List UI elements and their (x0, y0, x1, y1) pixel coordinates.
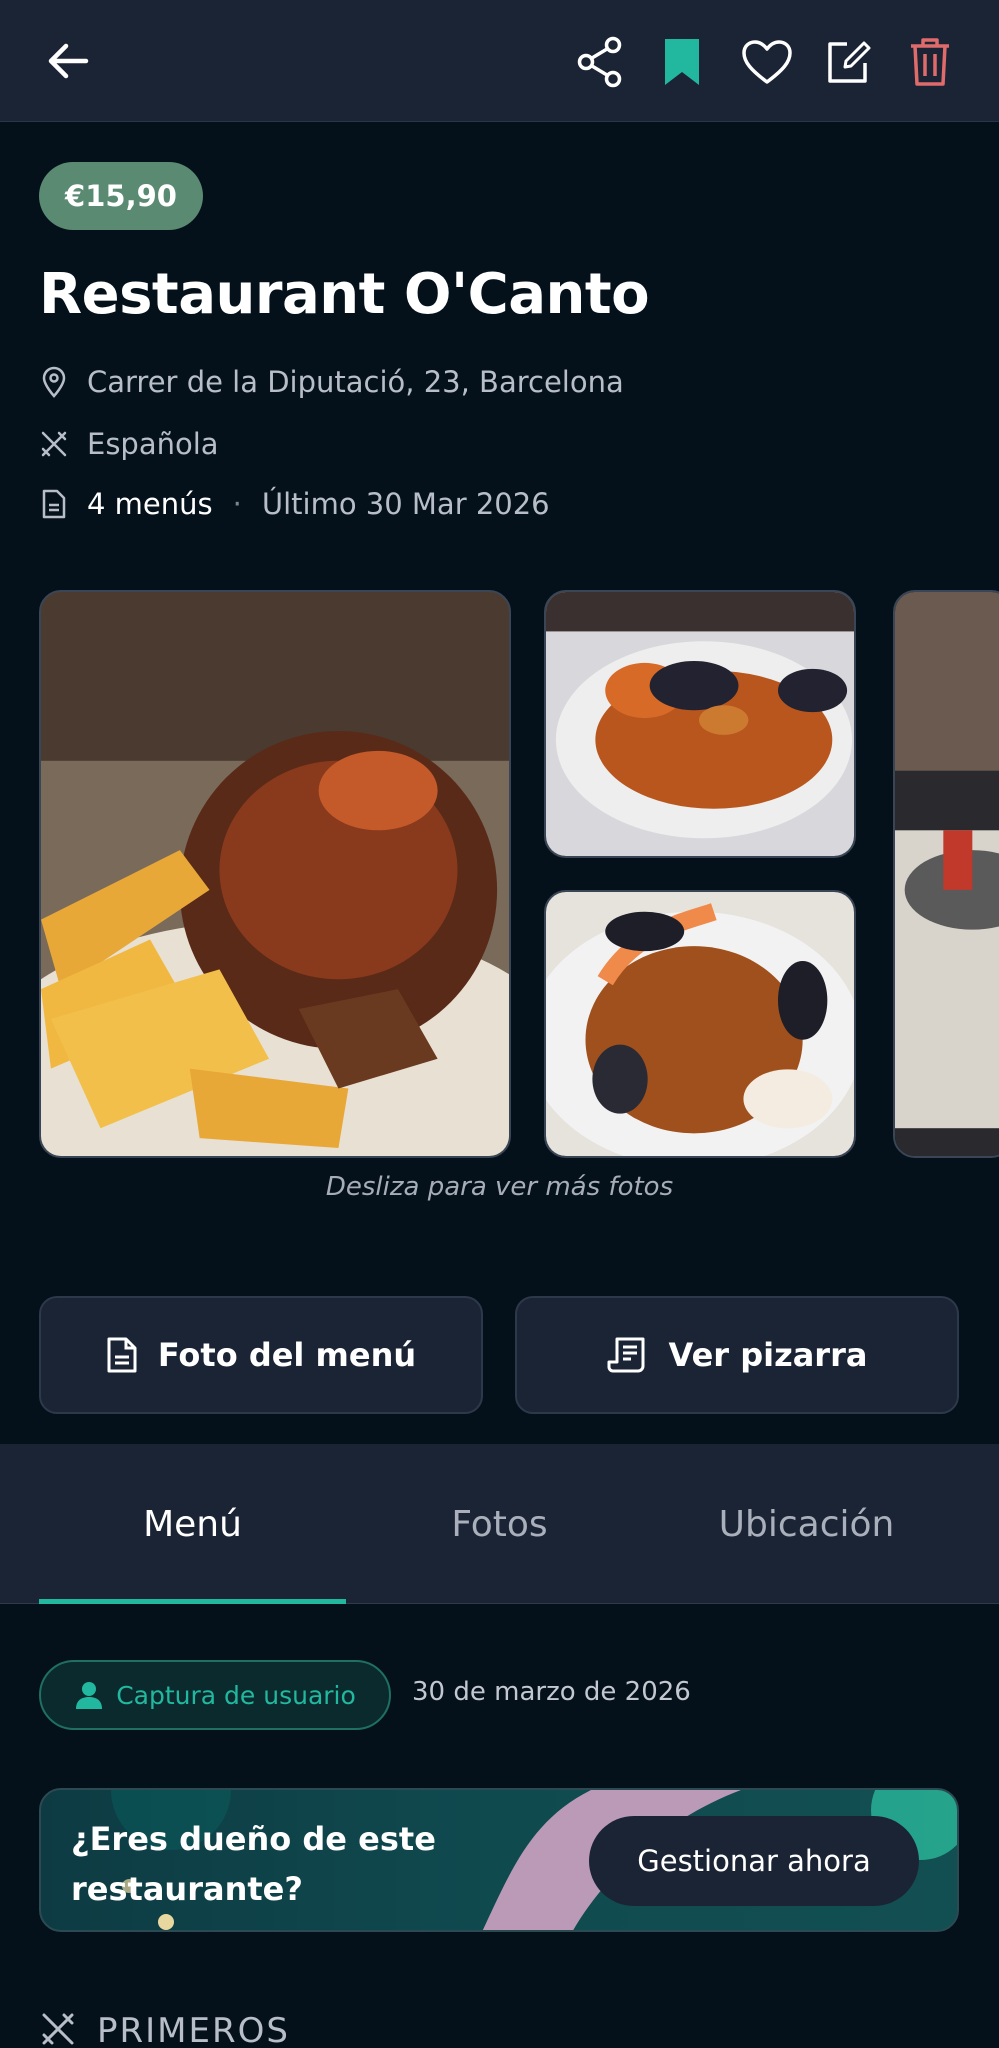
cutlery-icon (39, 2010, 77, 2048)
heart-icon (742, 40, 792, 84)
last-update: Último 30 Mar 2026 (261, 487, 550, 521)
bookmark-button[interactable] (656, 32, 708, 92)
tab-bar: Menú Fotos Ubicación (0, 1444, 999, 1604)
arrow-left-icon (48, 43, 89, 79)
section-title: PRIMEROS (97, 2011, 290, 2048)
menus-row: 4 menús · Último 30 Mar 2026 (39, 487, 550, 521)
gallery-swipe-hint: Desliza para ver más fotos (325, 1172, 674, 1202)
document-icon (106, 1336, 138, 1374)
user-icon (74, 1680, 104, 1710)
view-board-button[interactable]: Ver pizarra (515, 1296, 959, 1414)
share-button[interactable] (572, 34, 628, 90)
top-app-bar (0, 0, 999, 122)
address-row: Carrer de la Diputació, 23, Barcelona (39, 365, 624, 399)
delete-button[interactable] (904, 32, 956, 92)
edit-button[interactable] (820, 34, 876, 90)
menus-count: 4 menús (87, 487, 213, 521)
tab-menu[interactable]: Menú (39, 1444, 346, 1604)
source-chip-label: Captura de usuario (116, 1680, 356, 1710)
menu-photo-button[interactable]: Foto del menú (39, 1296, 483, 1414)
favorite-button[interactable] (738, 34, 796, 90)
address-text: Carrer de la Diputació, 23, Barcelona (87, 365, 624, 399)
gallery-photo-2[interactable] (544, 590, 856, 858)
owner-banner-text: ¿Eres dueño de este restaurante? (71, 1820, 436, 1908)
gallery-photo-3[interactable] (544, 890, 856, 1158)
source-chip: Captura de usuario (39, 1660, 391, 1730)
owner-banner[interactable]: ¿Eres dueño de este restaurante? Gestion… (39, 1788, 959, 1932)
bookmark-icon (665, 39, 699, 85)
cuisine-row: Española (39, 427, 219, 461)
location-pin-icon (39, 366, 69, 398)
tab-location[interactable]: Ubicación (653, 1444, 960, 1604)
price-badge: €15,90 (39, 162, 203, 230)
manage-now-button[interactable]: Gestionar ahora (589, 1816, 919, 1906)
capture-date: 30 de marzo de 2026 (412, 1677, 691, 1707)
tab-photos[interactable]: Fotos (346, 1444, 653, 1604)
view-board-label: Ver pizarra (668, 1336, 868, 1374)
cuisine-text: Española (87, 427, 219, 461)
section-header: PRIMEROS (39, 2010, 290, 2048)
share-icon (577, 36, 622, 88)
separator-dot: · (232, 487, 242, 521)
restaurant-name: Restaurant O'Canto (39, 262, 650, 327)
gallery-photo-4[interactable] (893, 590, 999, 1158)
back-button[interactable] (36, 36, 100, 86)
cutlery-icon (39, 429, 69, 459)
trash-icon (911, 38, 949, 86)
receipt-scroll-icon (607, 1336, 649, 1374)
edit-icon (828, 41, 871, 83)
gallery-photo-1[interactable] (39, 590, 511, 1158)
active-tab-indicator (39, 1599, 346, 1604)
document-icon (39, 489, 69, 519)
menu-photo-label: Foto del menú (157, 1336, 417, 1374)
